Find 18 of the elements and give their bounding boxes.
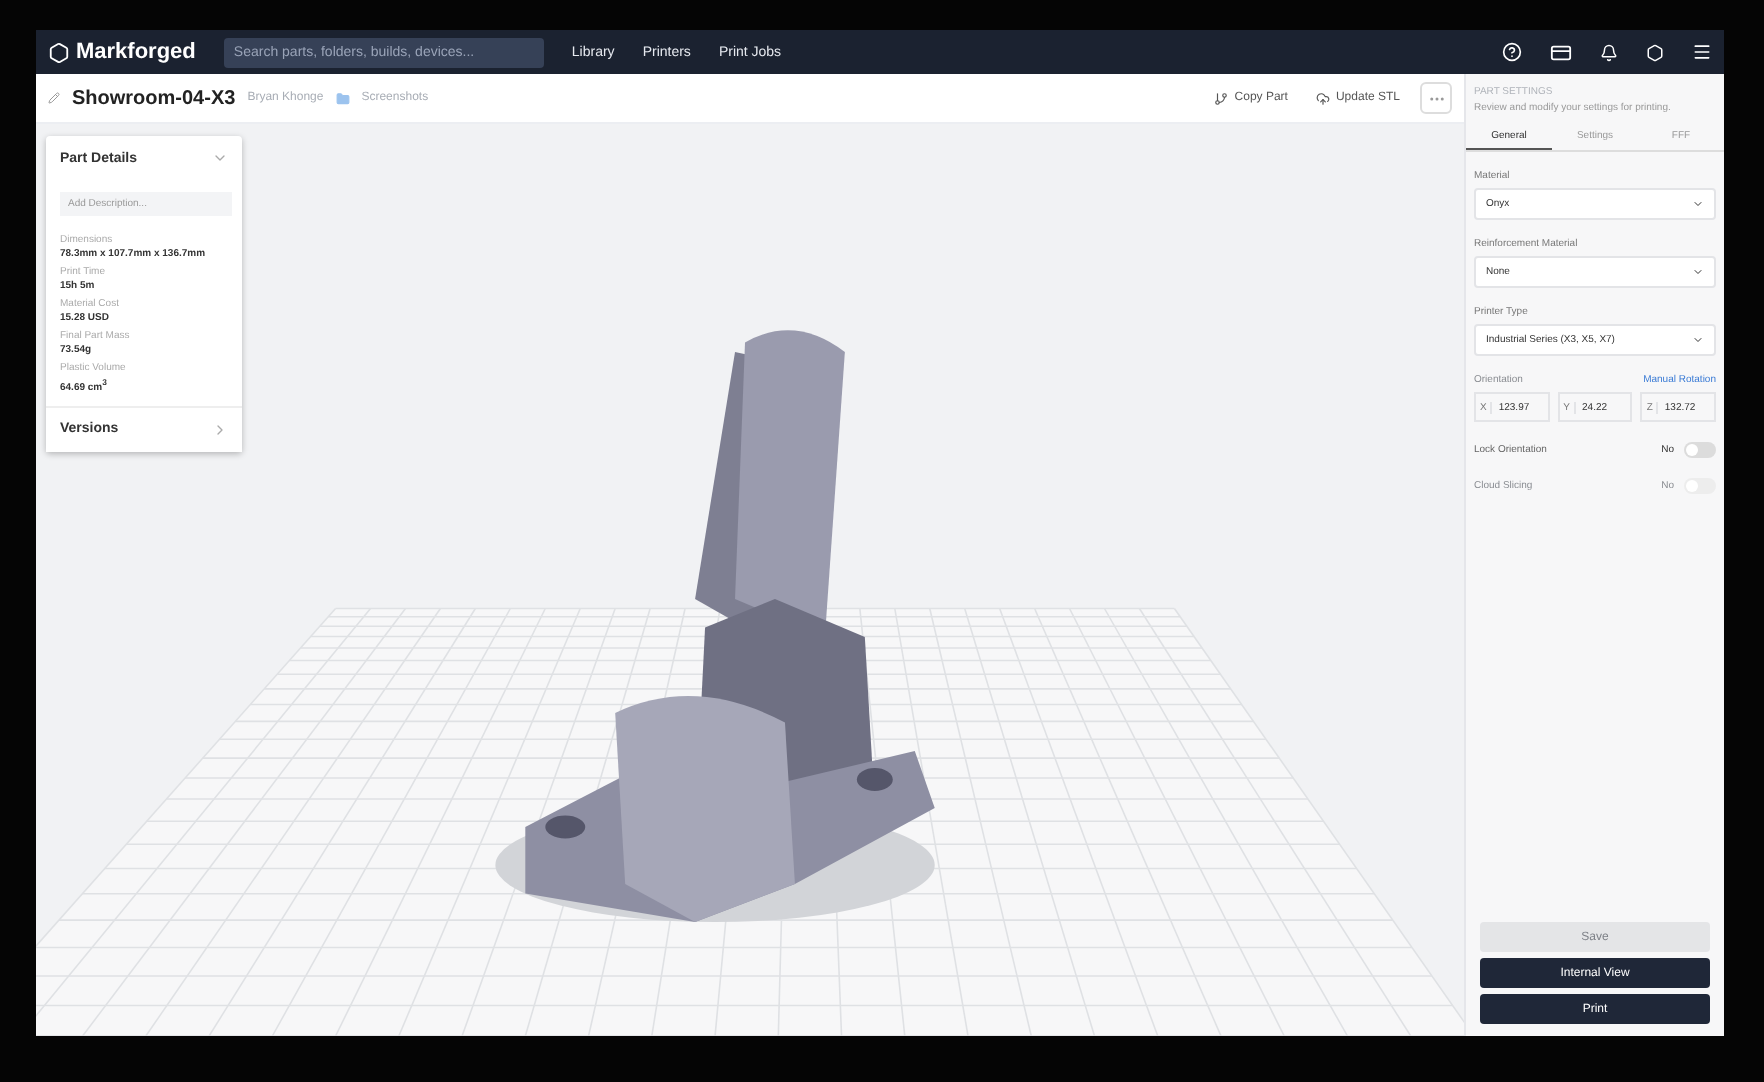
folder-icon: [335, 91, 350, 105]
brand-name: Markforged: [76, 40, 196, 64]
card-icon[interactable]: [1550, 41, 1572, 63]
chevron-down-icon: [1692, 198, 1704, 210]
part-title: Showroom-04-X3: [72, 87, 236, 109]
chevron-down-icon: [1692, 266, 1704, 278]
bell-icon[interactable]: [1600, 43, 1618, 61]
help-icon[interactable]: [1502, 42, 1522, 62]
branch-icon: [1214, 91, 1229, 105]
brand-logo[interactable]: Markforged: [48, 40, 196, 64]
hexagon-icon[interactable]: [1646, 43, 1664, 61]
chevron-right-icon: [212, 421, 228, 438]
cloud-upload-icon: [1315, 91, 1330, 105]
toggle-switch[interactable]: [1684, 442, 1716, 458]
pencil-icon[interactable]: [48, 92, 60, 104]
menu-icon[interactable]: [1692, 42, 1712, 62]
chevron-down-icon: [1692, 334, 1704, 346]
logo-icon: [48, 41, 70, 63]
